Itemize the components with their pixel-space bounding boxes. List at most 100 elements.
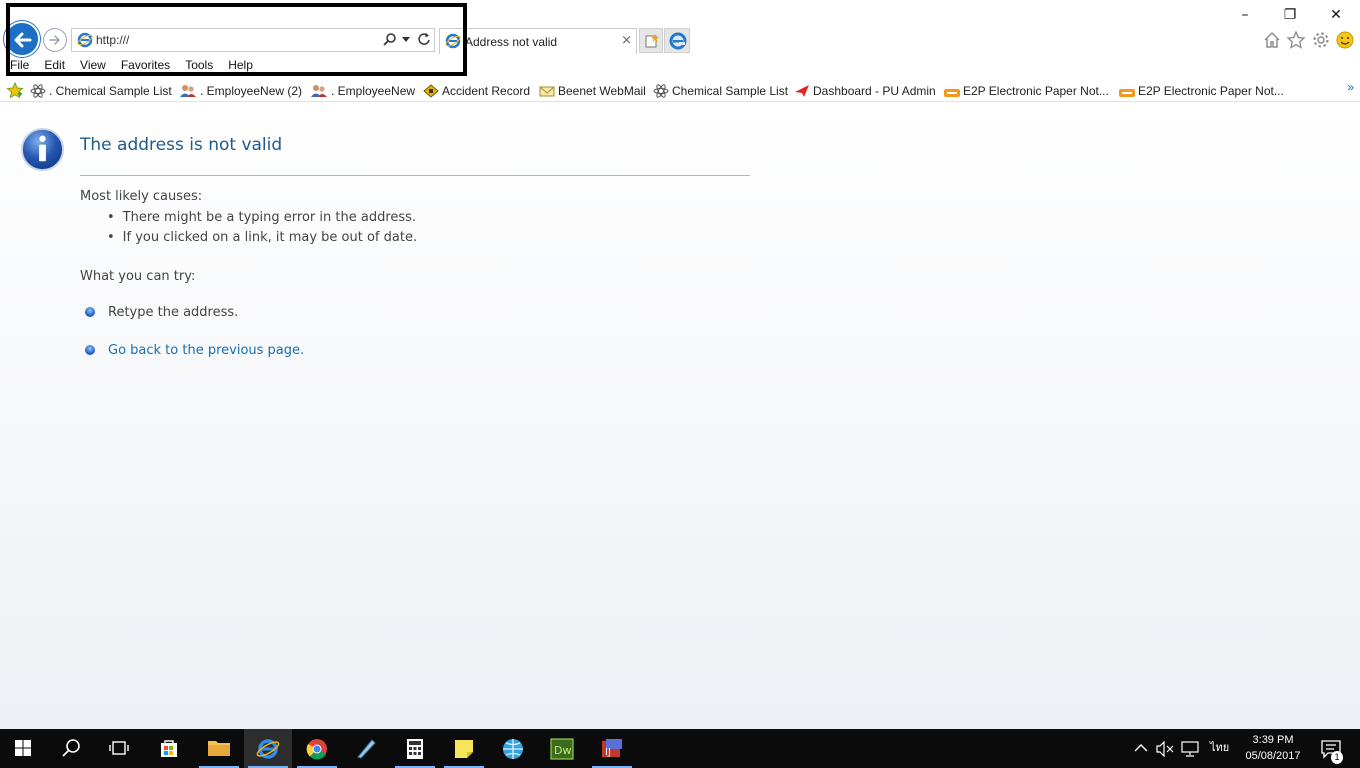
close-window-button[interactable]: ✕ [1322,4,1350,26]
folder-icon [208,741,230,756]
people-icon [311,85,327,97]
chevron-up-icon[interactable] [1134,742,1148,754]
sticky-note-icon [455,740,473,758]
favorite-employeenew-2[interactable]: . EmployeeNew (2) [179,84,302,98]
favorite-label: E2P Electronic Paper Not... [963,84,1109,98]
minimize-button[interactable]: – [1231,4,1259,26]
tab-title: Address not valid [465,35,558,49]
java-app-icon: IJ [602,739,622,758]
search-icon [62,739,80,757]
search-button[interactable] [48,729,96,768]
internet-explorer-icon [256,739,280,759]
causes-heading: Most likely causes: [80,189,203,204]
taskbar-calculator[interactable] [391,729,439,768]
start-button[interactable] [0,729,48,768]
favorite-label: . EmployeeNew (2) [200,84,303,98]
taskbar-app-java[interactable]: IJ [588,729,636,768]
favorite-label: . Chemical Sample List [49,84,172,98]
feedback-smiley-icon[interactable] [1335,30,1355,50]
favorite-label: Beenet WebMail [558,84,646,98]
ie-icon [445,33,461,49]
favorite-label: Chemical Sample List [672,84,789,98]
taskbar-app-feather[interactable] [342,729,390,768]
gear-icon[interactable] [1311,30,1331,50]
menu-favorites[interactable]: Favorites [121,58,170,74]
menu-help[interactable]: Help [228,58,253,74]
favorite-chemical-sample-list-2[interactable]: Chemical Sample List [653,84,788,98]
open-edge-button[interactable] [664,28,690,53]
taskbar-file-explorer[interactable] [195,729,243,768]
favorite-employeenew[interactable]: . EmployeeNew [310,84,415,98]
close-tab-icon[interactable]: × [621,33,632,48]
chrome-icon [306,739,327,760]
retype-address-text: Retype the address. [108,305,239,320]
windows-logo-icon [15,740,31,756]
taskbar-chrome[interactable] [293,729,341,768]
mail-icon [539,86,555,97]
arrow-right-icon [49,35,61,45]
home-icon[interactable] [1262,30,1282,50]
tab-active[interactable]: Address not valid × [439,28,637,54]
atom-icon [653,84,669,98]
forward-button[interactable] [43,28,67,52]
taskbar-app-globe[interactable] [489,729,537,768]
ie-icon [77,32,93,48]
taskbar-internet-explorer[interactable] [244,729,292,768]
url-input[interactable] [96,31,376,49]
search-icon[interactable] [383,32,397,46]
menu-edit[interactable]: Edit [44,58,65,74]
dropdown-arrow-icon[interactable] [402,37,410,43]
menu-file[interactable]: File [10,58,29,74]
notification-badge: 1 [1331,751,1343,764]
favorite-beenet-webmail[interactable]: Beenet WebMail [539,84,646,98]
favorites-more-chevron-icon[interactable]: » [1347,80,1354,94]
error-page: The address is not valid Most likely cau… [0,104,1360,729]
taskbar: Dw IJ ไทย 3:39 PM 05/08/2017 1 [0,729,1360,768]
svg-text:Dw: Dw [554,744,571,757]
favorite-label: E2P Electronic Paper Not... [1138,84,1284,98]
refresh-icon[interactable] [417,32,431,46]
network-icon[interactable] [1181,741,1199,757]
quill-icon [357,739,376,759]
bullet-icon [85,307,95,317]
store-icon [161,740,177,757]
bullet-icon [85,345,95,355]
taskbar-sticky-notes[interactable] [440,729,488,768]
speaker-muted-icon[interactable] [1156,741,1174,757]
taskbar-dreamweaver[interactable]: Dw [538,729,586,768]
atom-icon [30,84,46,98]
new-tab-button[interactable] [639,28,663,53]
favorite-accident-record[interactable]: Accident Record [423,84,530,98]
restore-button[interactable]: ❐ [1276,4,1304,26]
clock-time: 3:39 PM [1252,734,1294,746]
taskbar-store[interactable] [146,729,194,768]
input-language-indicator[interactable]: ไทย [1210,741,1229,768]
browser-chrome: Address not valid × – ❐ ✕ File Edit View [0,0,1360,104]
favorite-e2p-2[interactable]: E2P Electronic Paper Not... [1119,84,1284,98]
people-icon [180,85,196,97]
favorite-chemical-sample-list-1[interactable]: . Chemical Sample List [30,84,172,98]
clock-date: 05/08/2017 [1245,750,1301,762]
task-view-icon [109,741,129,755]
favorite-e2p-1[interactable]: E2P Electronic Paper Not... [944,84,1109,98]
favorite-label: Accident Record [442,84,531,98]
back-button[interactable] [4,21,40,57]
new-tab-icon [645,34,659,48]
menu-bar: File Edit View Favorites Tools Help [10,58,268,74]
record-icon [423,84,439,98]
task-view-button[interactable] [96,729,144,768]
address-bar[interactable] [71,28,435,52]
e2p-icon [1119,89,1135,97]
system-clock[interactable]: 3:39 PM 05/08/2017 [1236,732,1310,764]
dreamweaver-icon: Dw [550,738,574,760]
e2p-icon [944,89,960,97]
globe-icon [503,739,523,759]
favorite-dashboard-pu-admin[interactable]: Dashboard - PU Admin [794,84,936,98]
menu-tools[interactable]: Tools [185,58,213,74]
add-favorite-star-icon[interactable] [6,82,24,100]
go-back-link[interactable]: Go back to the previous page. [108,343,304,358]
arrow-left-icon [14,32,32,48]
paper-plane-icon [795,85,809,97]
menu-view[interactable]: View [80,58,106,74]
favorites-star-icon[interactable] [1286,30,1306,50]
